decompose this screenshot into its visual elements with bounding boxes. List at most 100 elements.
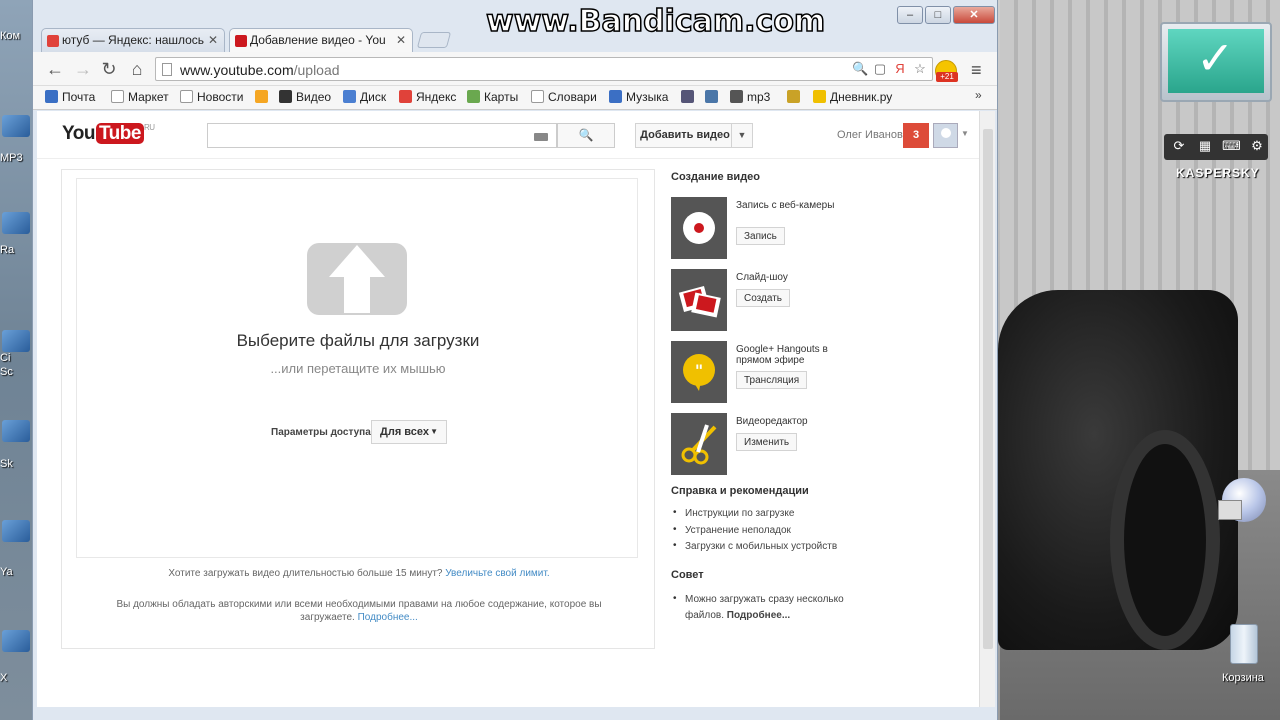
url-host: www.youtube.com [180, 62, 294, 78]
close-window-button[interactable]: ✕ [953, 6, 995, 24]
bookmark-puzzle[interactable] [787, 90, 804, 104]
desktop-shortcut-icon[interactable] [2, 420, 30, 442]
notifications-badge[interactable]: 3 [903, 123, 929, 148]
new-tab-button[interactable] [416, 32, 452, 48]
forward-icon[interactable]: → [73, 59, 93, 79]
tab-close-icon[interactable]: ✕ [208, 33, 218, 47]
upload-arrow-icon[interactable] [307, 243, 407, 315]
scissors-icon[interactable] [671, 413, 727, 475]
bookmark-dictionaries[interactable]: Словари [531, 90, 597, 104]
calendar-icon[interactable]: ▦ [1196, 138, 1214, 156]
desktop-shortcut-icon[interactable] [2, 520, 30, 542]
extension-badge-icon[interactable]: +21 [935, 60, 958, 82]
page-scrollbar[interactable] [979, 111, 995, 707]
upload-dropdown-icon[interactable]: ▼ [731, 123, 753, 148]
edit-button[interactable]: Изменить [736, 433, 798, 451]
learn-more-link[interactable]: Подробнее... [358, 612, 418, 623]
youtube-logo[interactable]: You Tube RU [62, 123, 155, 145]
hangouts-icon[interactable]: " [671, 341, 727, 403]
bookmark-disk[interactable]: Диск [343, 90, 386, 104]
keyboard-icon[interactable]: ⌨ [1222, 138, 1241, 156]
tip-more-link[interactable]: Подробнее... [727, 610, 790, 621]
search-button[interactable]: 🔍 [557, 123, 615, 148]
chevron-down-icon: ▼ [430, 427, 438, 436]
address-bar[interactable]: www.youtube.com/upload 🔍 ▢ Я ☆ [155, 57, 933, 81]
bookmarks-overflow-icon[interactable]: » [975, 88, 982, 102]
disk-icon [343, 90, 356, 103]
bookmark-news[interactable]: Новости [180, 90, 243, 104]
maximize-button[interactable]: □ [925, 6, 951, 24]
bookmark-globe[interactable] [681, 90, 698, 104]
avatar[interactable] [933, 123, 958, 148]
desktop-icon-label[interactable]: Sk [0, 458, 13, 470]
tab-yandex-search[interactable]: ютуб — Яндекс: нашлось ✕ [41, 28, 225, 52]
window-gadget-icon[interactable] [1218, 500, 1242, 520]
help-link[interactable]: Инструкции по загрузке [671, 507, 837, 525]
back-icon[interactable]: ← [45, 59, 65, 79]
create-slideshow-button[interactable]: Создать [736, 289, 791, 307]
bookmark-vk[interactable] [705, 90, 722, 104]
record-button[interactable]: Запись [736, 227, 785, 245]
bookmark-mail[interactable]: Почта [45, 90, 95, 104]
desktop-icon-label[interactable]: X [0, 672, 7, 684]
increase-limit-link[interactable]: Увеличьте свой лимит. [445, 568, 549, 579]
search-icon: 🔍 [578, 128, 594, 142]
vk-icon [705, 90, 718, 103]
yandex-extension-icon[interactable]: Я [892, 61, 908, 77]
bookmark-yandex[interactable]: Яндекс [399, 90, 456, 104]
search-input[interactable] [207, 123, 557, 148]
kaspersky-label: KASPERSKY [1176, 166, 1260, 180]
desktop-shortcut-icon[interactable] [2, 115, 30, 137]
keyboard-icon[interactable] [534, 133, 548, 141]
bookmark-odnoklassniki[interactable] [255, 90, 272, 104]
desktop-shortcut-icon[interactable] [2, 330, 30, 352]
file-drop-zone[interactable]: Выберите файлы для загрузки ...или перет… [76, 178, 638, 558]
bookmark-maps[interactable]: Карты [467, 90, 518, 104]
tab-close-icon[interactable]: ✕ [396, 33, 406, 47]
page-icon [531, 90, 544, 103]
limit-note: Хотите загружать видео длительностью бол… [62, 568, 656, 579]
security-gadget-monitor[interactable]: ✓ [1160, 22, 1272, 102]
recycle-bin-icon[interactable] [1230, 624, 1258, 664]
reload-icon[interactable]: ↻ [99, 59, 119, 79]
search-icon[interactable]: 🔍 [852, 61, 868, 77]
extension-badge-count: +21 [936, 72, 958, 82]
tab-upload-video[interactable]: Добавление видео - You ✕ [229, 28, 413, 53]
user-name[interactable]: Олег Иванов [837, 129, 903, 141]
bookmark-market[interactable]: Маркет [111, 90, 169, 104]
page-info-icon[interactable]: ▢ [872, 61, 888, 77]
scroll-thumb[interactable] [983, 129, 993, 649]
gear-icon[interactable]: ⚙ [1248, 138, 1266, 156]
desktop-shortcut-icon[interactable] [2, 212, 30, 234]
bookmark-label: Словари [548, 90, 597, 104]
minimize-button[interactable]: – [897, 6, 923, 24]
slideshow-icon[interactable] [671, 269, 727, 331]
bookmark-star-icon[interactable]: ☆ [912, 61, 928, 77]
bookmark-dnevnik[interactable]: Дневник.ру [813, 90, 892, 104]
kaspersky-gadget-toolbar[interactable]: ⟳ ▦ ⌨ ⚙ [1164, 134, 1268, 160]
desktop-icon-label[interactable]: Ra [0, 244, 14, 256]
address-url[interactable]: www.youtube.com/upload [180, 62, 340, 78]
desktop-icon-label[interactable]: MP3 [0, 152, 23, 164]
help-link[interactable]: Загрузки с мобильных устройств [671, 540, 837, 558]
desktop-icon-label[interactable]: Ком [0, 30, 20, 42]
chevron-down-icon[interactable]: ▼ [961, 129, 969, 138]
home-icon[interactable]: ⌂ [127, 59, 147, 79]
desktop-icon-label[interactable]: Sc [0, 366, 13, 378]
bookmark-mp3[interactable]: mp3 [730, 90, 770, 104]
select-files-title[interactable]: Выберите файлы для загрузки [77, 331, 639, 351]
recycle-bin-label[interactable]: Корзина [1222, 672, 1264, 684]
bookmark-video[interactable]: Видео [279, 90, 331, 104]
bookmark-music[interactable]: Музыка [609, 90, 668, 104]
privacy-select[interactable]: Для всех ▼ [371, 420, 447, 444]
desktop-shortcut-icon[interactable] [2, 630, 30, 652]
browser-menu-icon[interactable]: ≡ [971, 60, 982, 81]
desktop-icon-label[interactable]: Ya [0, 566, 13, 578]
desktop-icon-label[interactable]: Ci [0, 352, 10, 364]
refresh-icon[interactable]: ⟳ [1170, 138, 1188, 156]
webcam-record-icon[interactable] [671, 197, 727, 259]
yandex-icon [399, 90, 412, 103]
upload-video-button[interactable]: Добавить видео [635, 123, 735, 148]
help-link[interactable]: Устранение неполадок [671, 524, 837, 542]
broadcast-button[interactable]: Трансляция [736, 371, 808, 389]
